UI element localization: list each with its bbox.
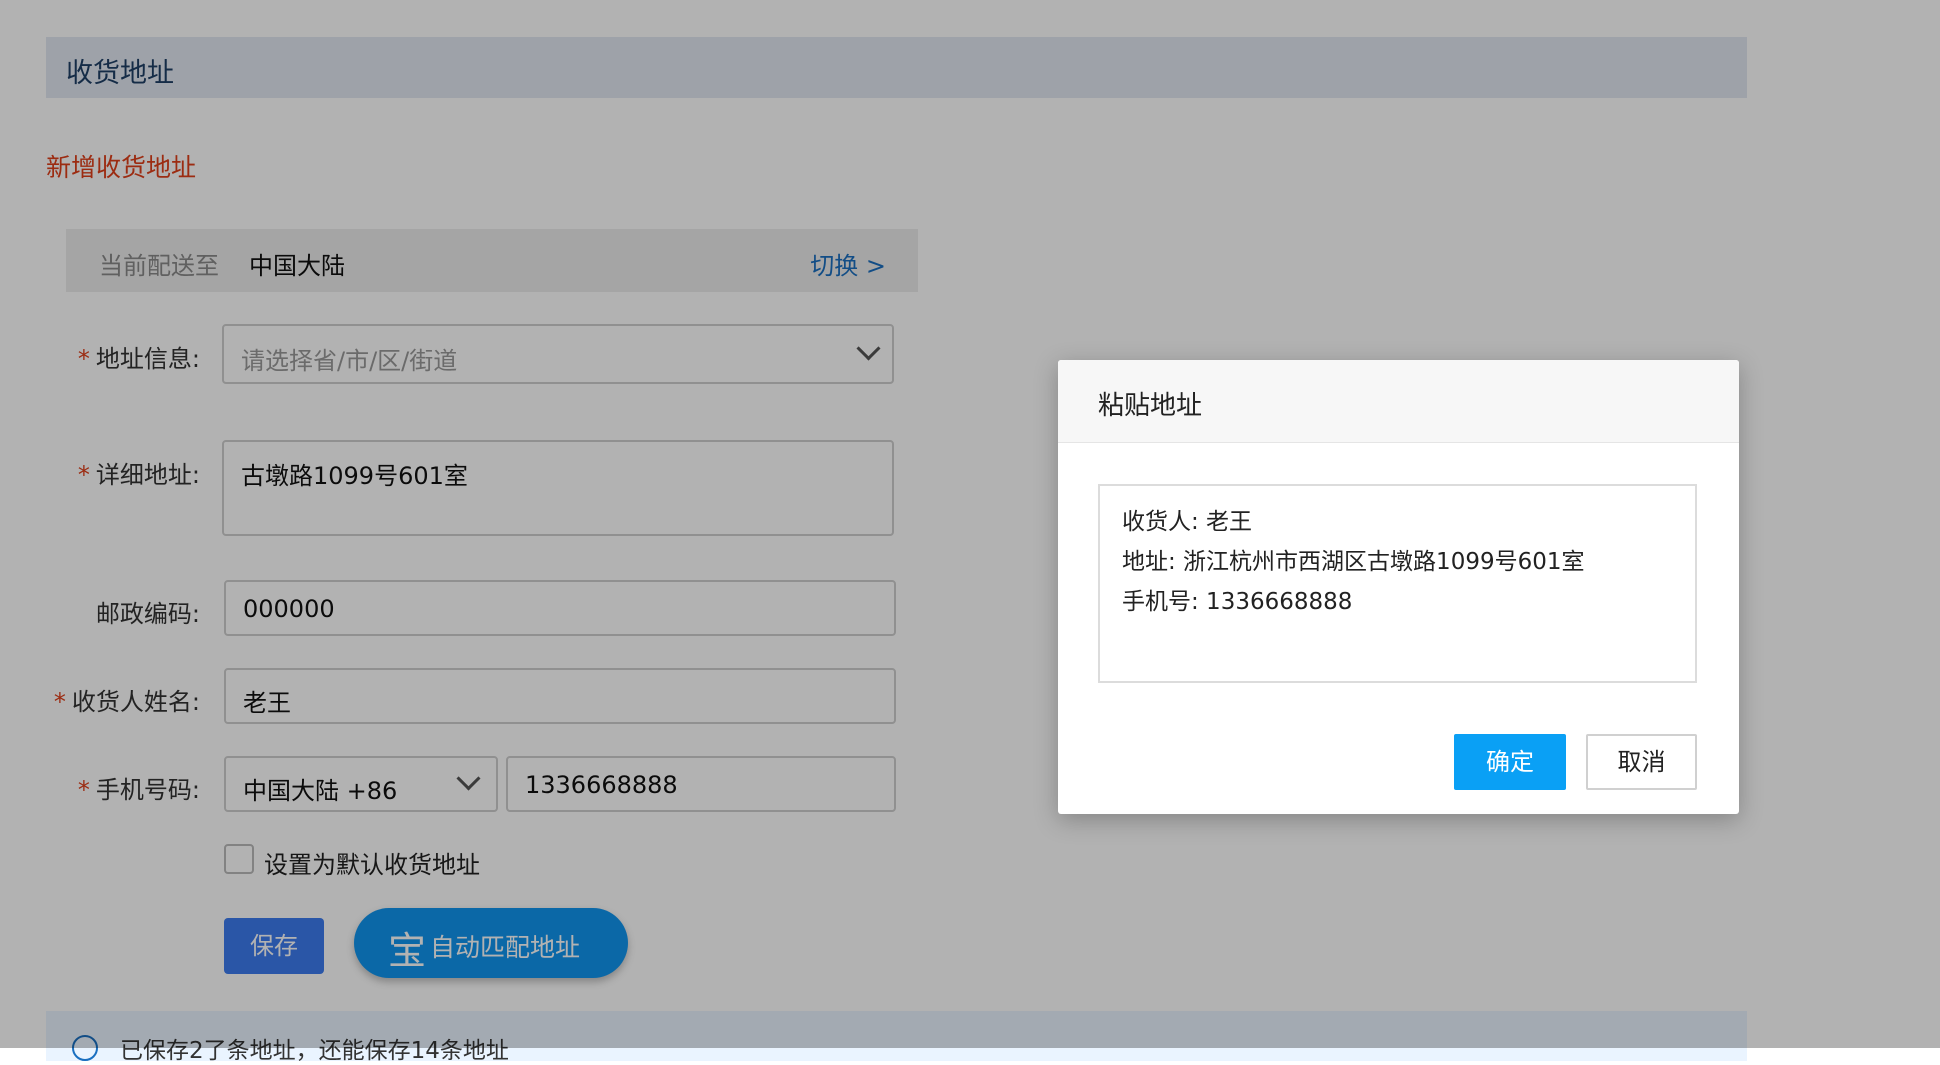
dialog-header: 粘贴地址	[1058, 360, 1739, 443]
paste-line-recipient: 收货人: 老王	[1122, 509, 1253, 535]
paste-line-phone: 手机号: 1336668888	[1122, 589, 1353, 615]
paste-address-dialog: 粘贴地址 收货人: 老王 地址: 浙江杭州市西湖区古墩路1099号601室 手机…	[1058, 360, 1739, 814]
confirm-button[interactable]: 确定	[1454, 734, 1566, 790]
paste-address-textarea[interactable]: 收货人: 老王 地址: 浙江杭州市西湖区古墩路1099号601室 手机号: 13…	[1098, 484, 1697, 683]
cancel-button[interactable]: 取消	[1586, 734, 1697, 790]
page: 收货地址 新增收货地址 当前配送至 中国大陆 切换 > * 地址信息: 请选择省/…	[0, 0, 1940, 1064]
dialog-title: 粘贴地址	[1098, 391, 1203, 421]
paste-line-address: 地址: 浙江杭州市西湖区古墩路1099号601室	[1122, 549, 1585, 575]
